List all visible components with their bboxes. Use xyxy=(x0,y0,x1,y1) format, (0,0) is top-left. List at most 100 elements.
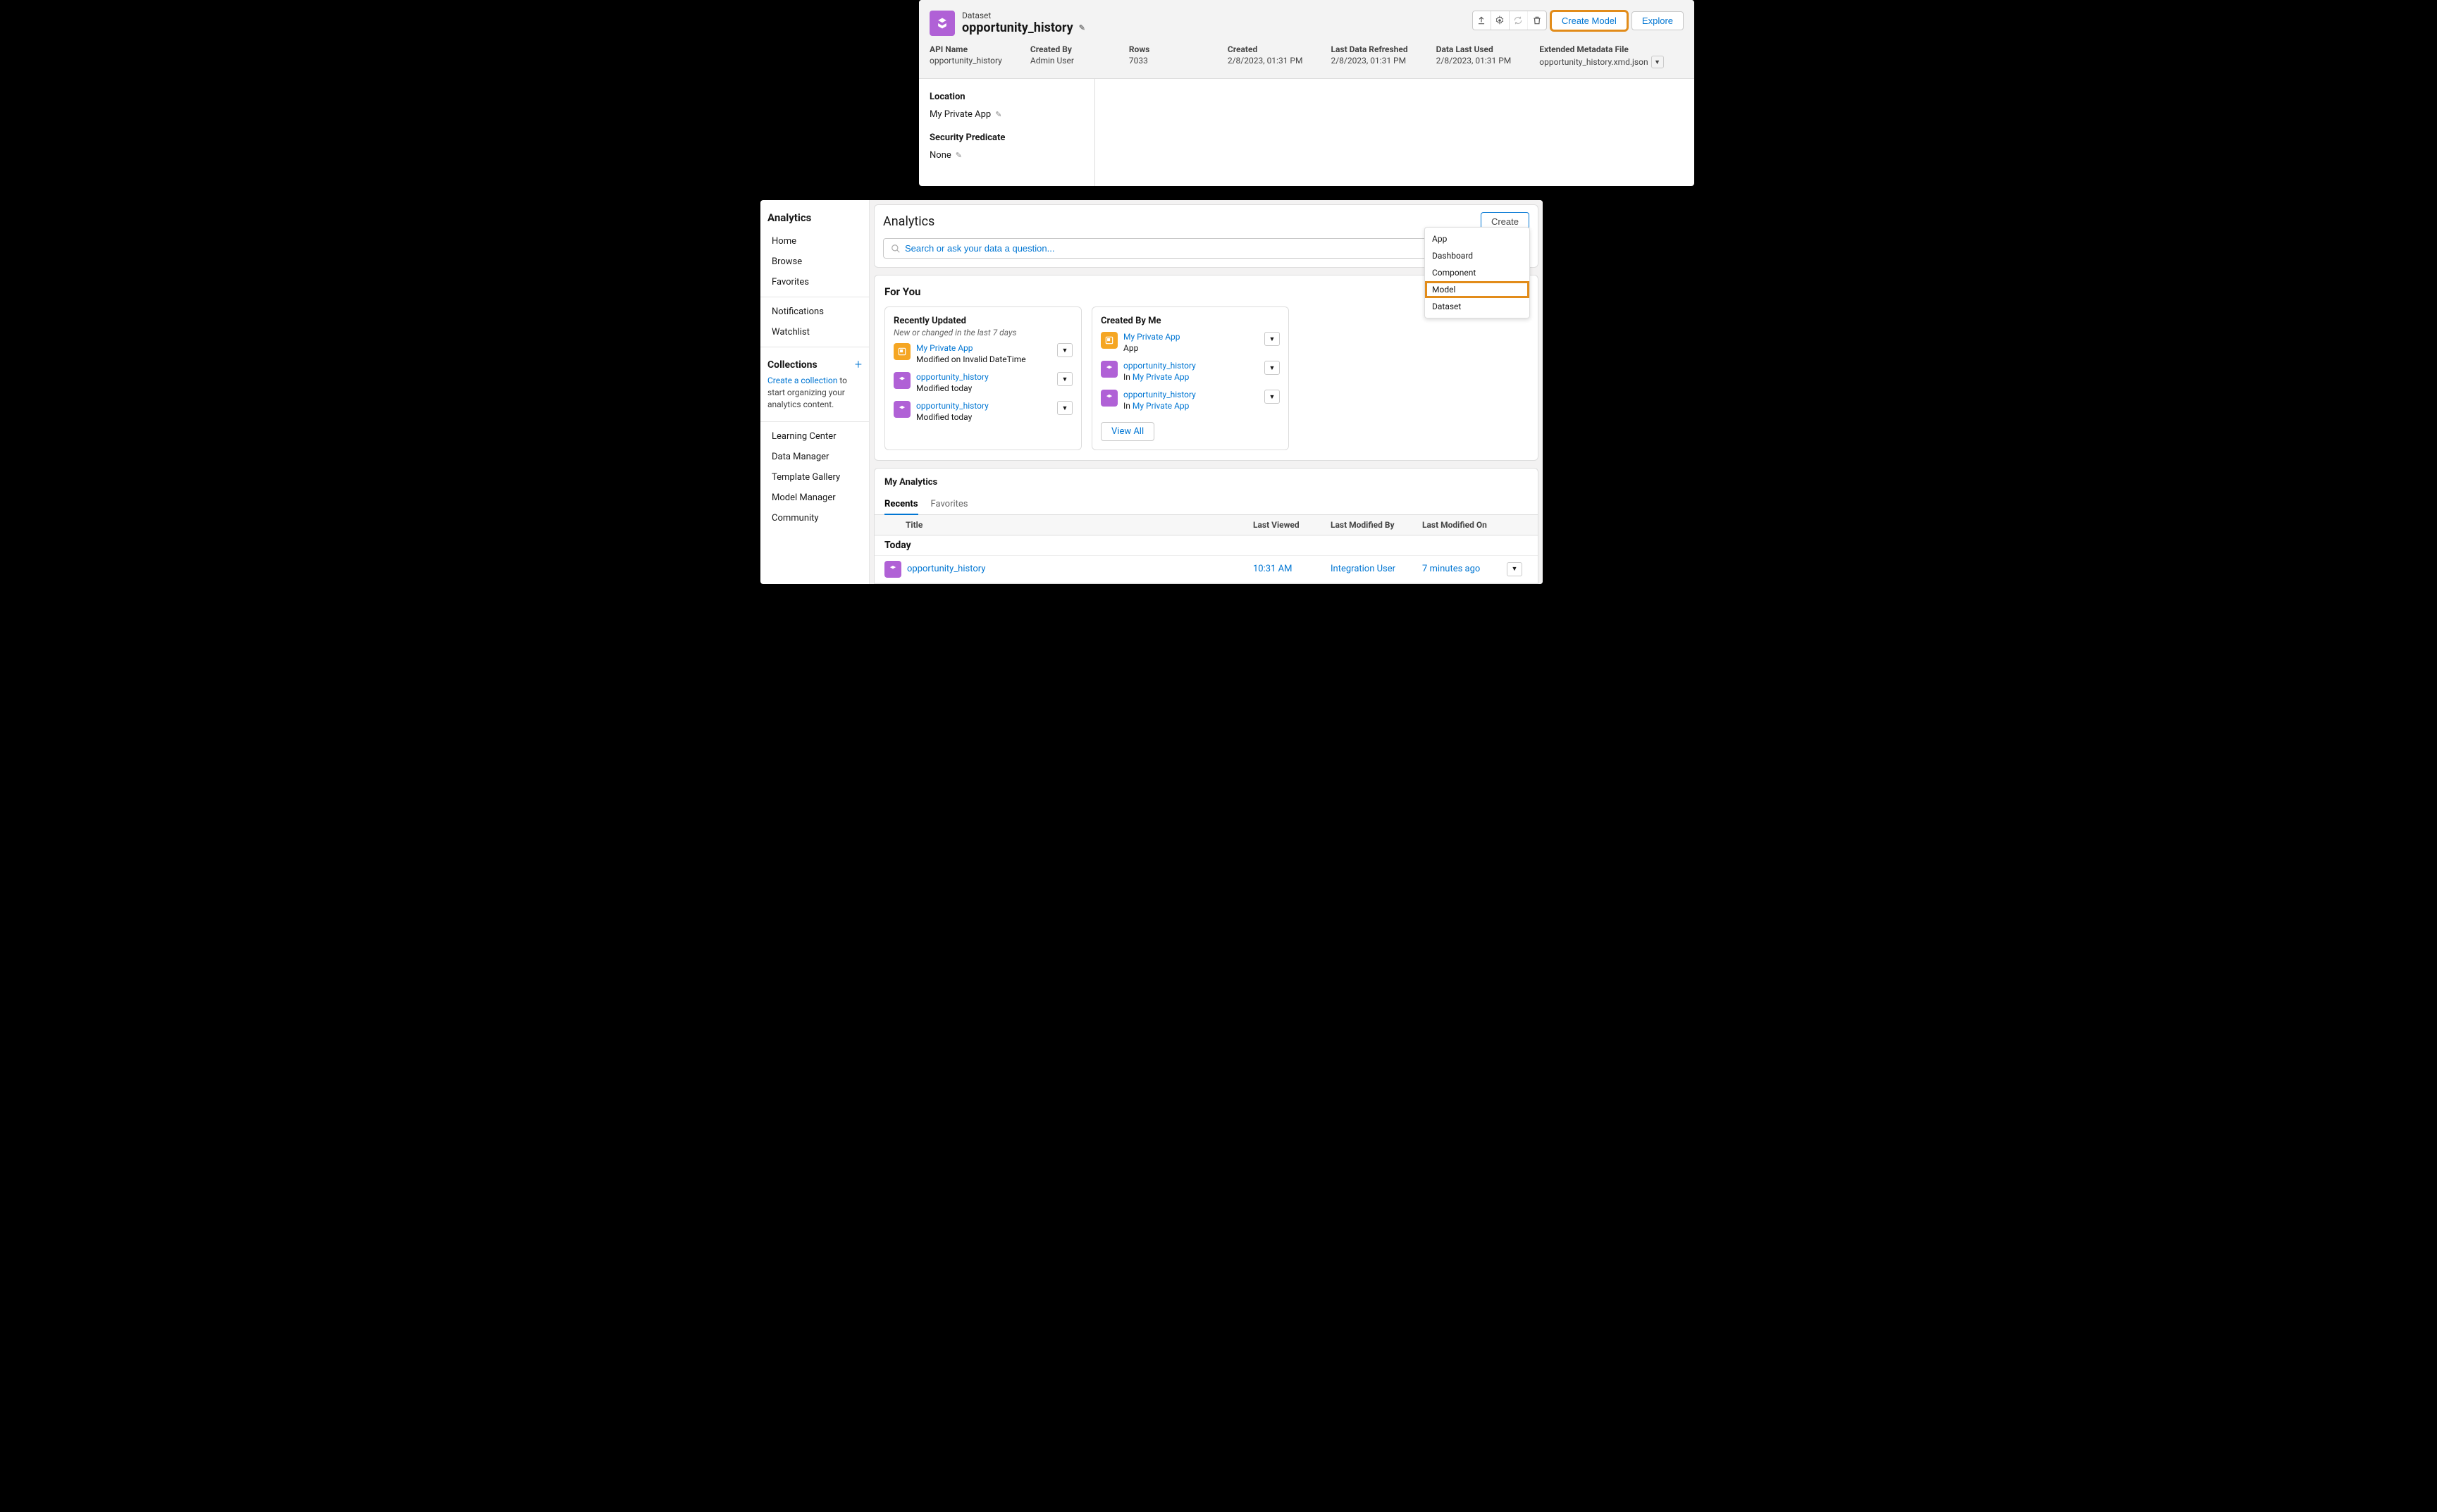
row-title[interactable]: opportunity_history xyxy=(907,564,1253,574)
dataset-icon xyxy=(930,11,955,36)
add-collection-icon[interactable]: + xyxy=(855,357,862,372)
refresh-icon xyxy=(1510,11,1528,30)
trash-icon[interactable] xyxy=(1528,11,1546,30)
item-sub: Modified on Invalid DateTime xyxy=(916,354,1026,364)
meta-value-createdby: Admin User xyxy=(1030,56,1101,66)
dataset-detail-panel: Dataset opportunity_history ✎ Create Mod… xyxy=(919,0,1694,186)
item-link[interactable]: opportunity_history xyxy=(916,372,989,382)
item-dropdown[interactable]: ▼ xyxy=(1057,401,1073,415)
meta-value-refreshed: 2/8/2023, 01:31 PM xyxy=(1331,56,1407,66)
sidebar-item-datamgr[interactable]: Data Manager xyxy=(760,447,869,467)
create-model-button[interactable]: Create Model xyxy=(1551,11,1627,30)
meta-value-api: opportunity_history xyxy=(930,56,1002,66)
item-icon xyxy=(1101,332,1118,349)
list-item: opportunity_historyModified today ▼ xyxy=(894,401,1073,423)
item-dropdown[interactable]: ▼ xyxy=(1264,390,1280,404)
collections-title: Collections xyxy=(767,359,818,371)
meta-label-lastused: Data Last Used xyxy=(1436,44,1512,54)
meta-label-createdby: Created By xyxy=(1030,44,1101,54)
location-label: Location xyxy=(930,92,1084,102)
meta-label-api: API Name xyxy=(930,44,1002,54)
explore-button[interactable]: Explore xyxy=(1631,11,1684,30)
item-icon xyxy=(1101,361,1118,378)
meta-value-rows: 7033 xyxy=(1129,56,1199,66)
item-dropdown[interactable]: ▼ xyxy=(1264,361,1280,375)
create-menu-dashboard[interactable]: Dashboard xyxy=(1425,247,1529,264)
meta-label-xmd: Extended Metadata File xyxy=(1539,44,1663,54)
item-sub: App xyxy=(1123,343,1138,353)
dataset-header: Dataset opportunity_history ✎ Create Mod… xyxy=(919,0,1694,79)
edit-location-icon[interactable]: ✎ xyxy=(995,110,1001,119)
item-icon xyxy=(894,343,911,360)
recently-updated-card: Recently Updated New or changed in the l… xyxy=(884,306,1082,450)
item-link[interactable]: opportunity_history xyxy=(1123,390,1196,399)
sidebar-item-notifications[interactable]: Notifications xyxy=(760,302,869,322)
search-icon xyxy=(891,244,901,254)
predicate-value: None xyxy=(930,150,951,161)
list-item: My Private AppApp ▼ xyxy=(1101,332,1280,354)
sidebar: Analytics Home Browse Favorites Notifica… xyxy=(760,200,870,584)
item-link[interactable]: My Private App xyxy=(1123,332,1180,342)
sidebar-item-learning[interactable]: Learning Center xyxy=(760,426,869,447)
gear-icon[interactable] xyxy=(1491,11,1510,30)
tab-favorites[interactable]: Favorites xyxy=(931,495,968,514)
sidebar-item-watchlist[interactable]: Watchlist xyxy=(760,322,869,342)
create-menu-model[interactable]: Model xyxy=(1425,281,1529,298)
sidebar-item-browse[interactable]: Browse xyxy=(760,252,869,272)
row-last-viewed: 10:31 AM xyxy=(1253,564,1331,574)
item-sub: In My Private App xyxy=(1123,372,1189,382)
list-item: My Private AppModified on Invalid DateTi… xyxy=(894,343,1073,365)
created-by-me-card: Created By Me My Private AppApp ▼ opport… xyxy=(1092,306,1289,450)
item-sub: Modified today xyxy=(916,412,972,422)
create-menu-app[interactable]: App xyxy=(1425,230,1529,247)
my-analytics-title: My Analytics xyxy=(875,477,1538,495)
item-link[interactable]: opportunity_history xyxy=(1123,361,1196,371)
item-dropdown[interactable]: ▼ xyxy=(1057,343,1073,357)
meta-label-refreshed: Last Data Refreshed xyxy=(1331,44,1407,54)
create-menu-dataset[interactable]: Dataset xyxy=(1425,298,1529,315)
upload-icon[interactable] xyxy=(1473,11,1491,30)
dataset-toolbar xyxy=(1472,11,1547,30)
edit-predicate-icon[interactable]: ✎ xyxy=(956,151,962,160)
col-last-modified-on: Last Modified On xyxy=(1422,520,1507,530)
dataset-title: opportunity_history xyxy=(962,20,1073,35)
item-dropdown[interactable]: ▼ xyxy=(1057,372,1073,386)
row-last-modified-on: 7 minutes ago xyxy=(1422,564,1507,574)
meta-label-rows: Rows xyxy=(1129,44,1199,54)
item-dropdown[interactable]: ▼ xyxy=(1264,332,1280,346)
analytics-home-panel: Analytics Home Browse Favorites Notifica… xyxy=(760,200,1543,584)
item-icon xyxy=(894,372,911,389)
meta-value-lastused: 2/8/2023, 01:31 PM xyxy=(1436,56,1512,66)
recent-subtitle: New or changed in the last 7 days xyxy=(894,328,1073,337)
row-actions-dropdown[interactable]: ▼ xyxy=(1507,562,1522,576)
my-analytics-section: My Analytics Recents Favorites Title Las… xyxy=(874,468,1538,584)
item-sub-link[interactable]: My Private App xyxy=(1133,372,1190,382)
item-link[interactable]: My Private App xyxy=(916,343,973,353)
tab-recents[interactable]: Recents xyxy=(884,495,918,515)
meta-label-created: Created xyxy=(1228,44,1303,54)
view-all-button[interactable]: View All xyxy=(1101,422,1154,441)
item-icon xyxy=(894,401,911,418)
table-row[interactable]: opportunity_history 10:31 AM Integration… xyxy=(875,556,1538,583)
sidebar-item-home[interactable]: Home xyxy=(760,231,869,252)
sidebar-item-modelmgr[interactable]: Model Manager xyxy=(760,488,869,508)
create-menu: App Dashboard Component Model Dataset xyxy=(1424,227,1530,318)
recent-title: Recently Updated xyxy=(894,316,1073,326)
sidebar-item-template[interactable]: Template Gallery xyxy=(760,467,869,488)
group-today: Today xyxy=(875,535,1538,556)
meta-value-xmd: opportunity_history.xmd.json xyxy=(1539,57,1648,67)
page-title: Analytics xyxy=(883,214,934,229)
sidebar-item-favorites[interactable]: Favorites xyxy=(760,272,869,292)
col-title: Title xyxy=(884,520,1253,530)
edit-title-icon[interactable]: ✎ xyxy=(1079,23,1085,32)
item-sub-link[interactable]: My Private App xyxy=(1133,401,1190,411)
create-menu-component[interactable]: Component xyxy=(1425,264,1529,281)
sidebar-title: Analytics xyxy=(760,207,869,231)
xmd-dropdown-icon[interactable]: ▼ xyxy=(1651,56,1664,68)
item-link[interactable]: opportunity_history xyxy=(916,401,989,411)
create-collection-link[interactable]: Create a collection xyxy=(767,376,837,385)
location-value: My Private App xyxy=(930,109,991,120)
collections-help-text: Create a collection to start organizing … xyxy=(760,375,869,417)
sidebar-item-community[interactable]: Community xyxy=(760,508,869,528)
col-last-viewed: Last Viewed xyxy=(1253,520,1331,530)
